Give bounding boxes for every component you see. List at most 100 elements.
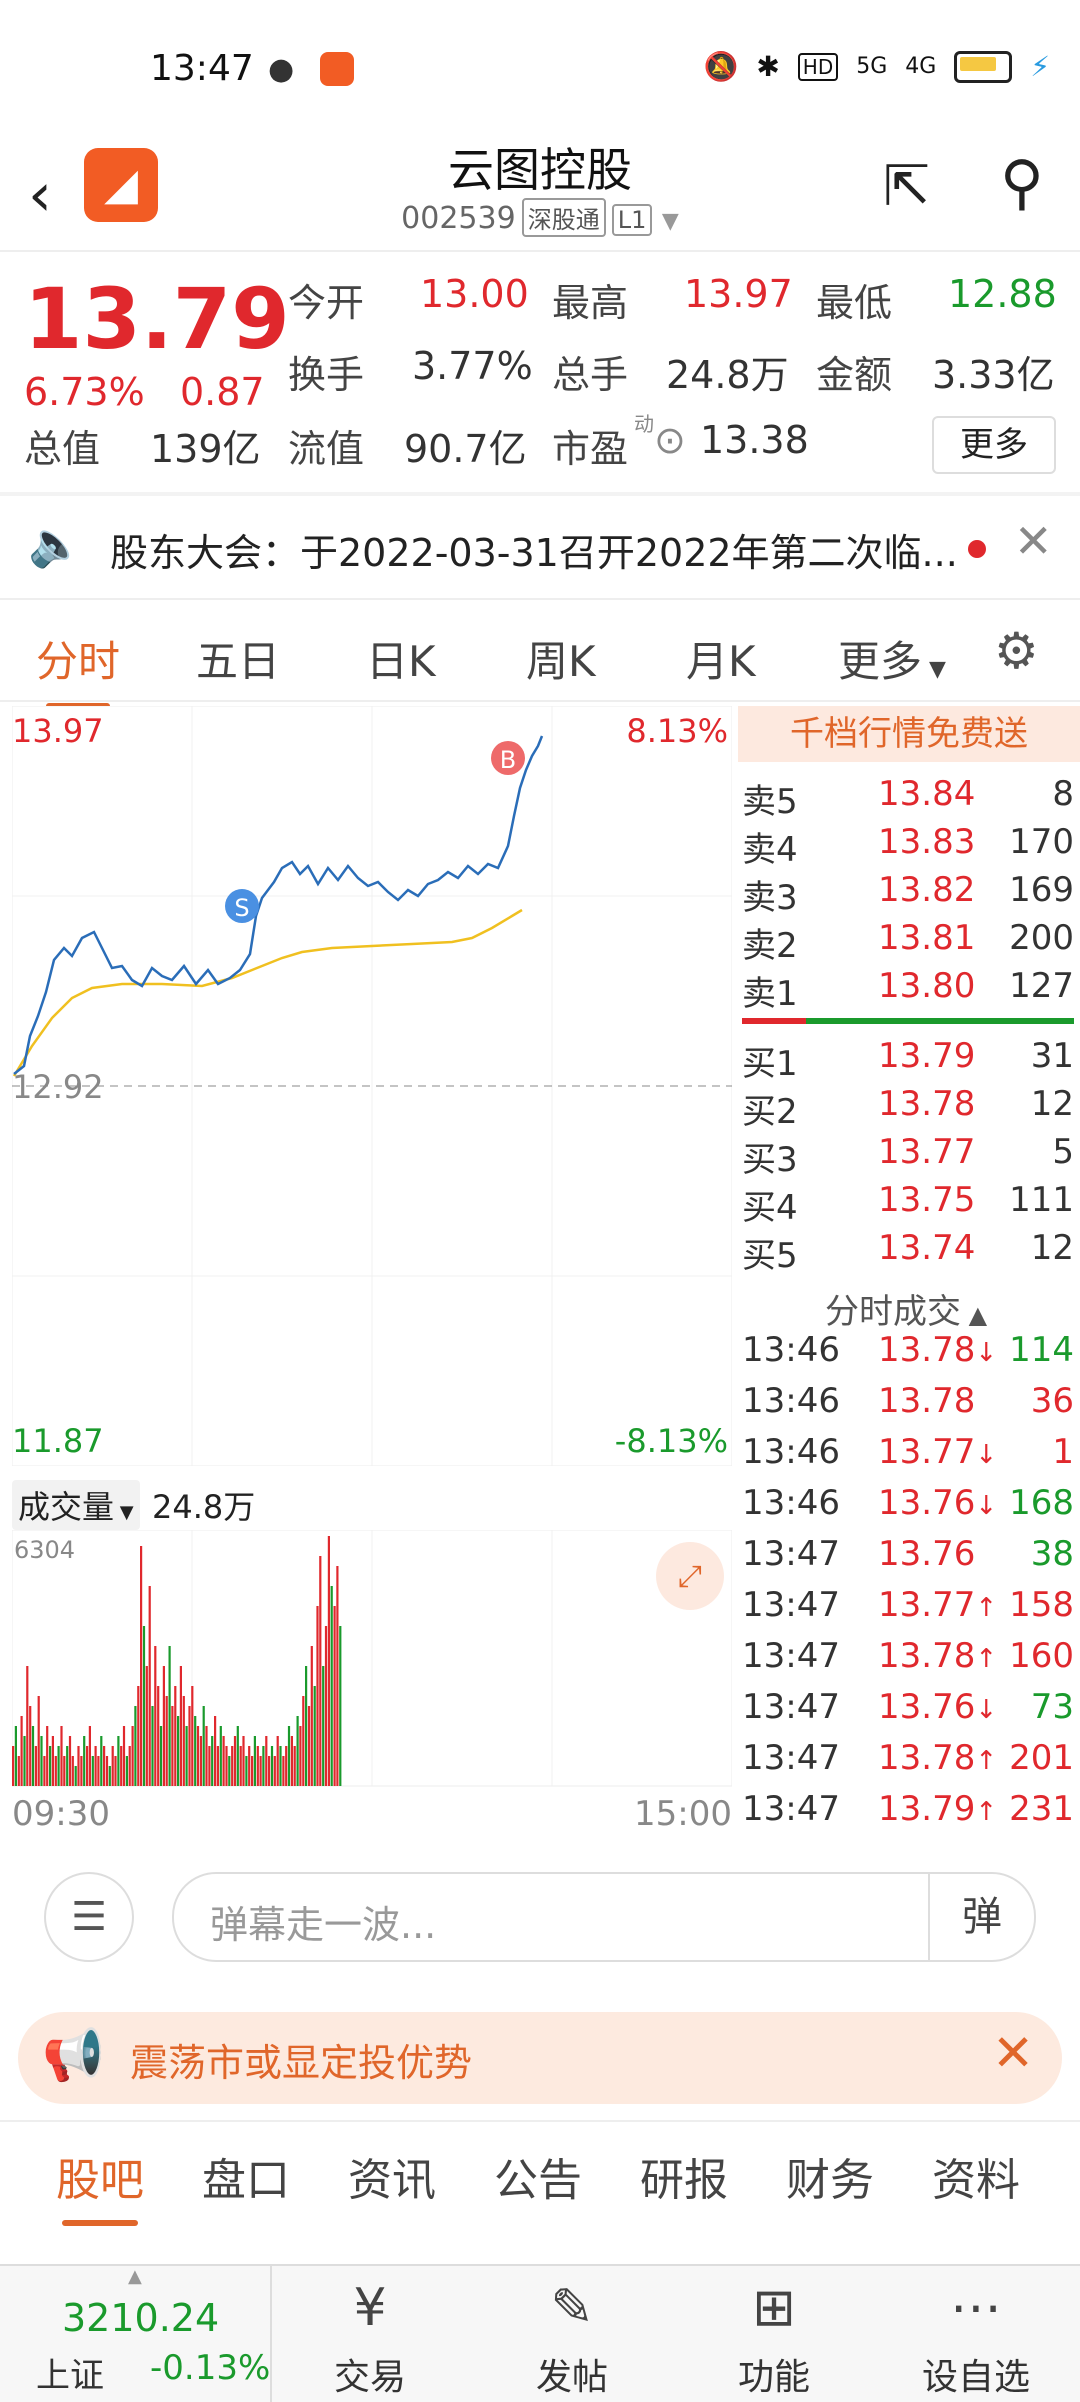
asks-label: 卖5 xyxy=(742,782,798,822)
asks-volume: 170 xyxy=(1009,822,1074,862)
bids-row[interactable]: 买1 13.79 31 xyxy=(738,1036,1074,1084)
ticks-row[interactable]: 13:47 13.77↑ 158 xyxy=(738,1585,1074,1633)
current-price: 13.79 xyxy=(24,270,290,368)
level-tag: L1 xyxy=(611,204,653,236)
ticks-arrow: ↓ xyxy=(975,1695,998,1725)
share-icon[interactable]: ⇱ xyxy=(883,154,930,219)
asks-price: 13.81 xyxy=(878,918,975,958)
ticks-row[interactable]: 13:47 13.79↑ 231 xyxy=(738,1789,1074,1837)
ticks-label: 13:47 xyxy=(742,1534,840,1574)
volume-bar xyxy=(285,1746,288,1786)
order-book: 千档行情免费送 卖5 13.84 8 卖4 13.83 170 卖3 13.82 169 卖2 13… xyxy=(738,706,1080,1836)
nav-trade[interactable]: ¥ 交易 xyxy=(270,2266,470,2402)
ticks-row[interactable]: 13:46 13.78 36 xyxy=(738,1381,1074,1429)
tab-daily-k[interactable]: 日K xyxy=(366,628,436,689)
volume-bar xyxy=(324,1626,328,1786)
volume-bar xyxy=(322,1666,325,1786)
volume-bar xyxy=(228,1756,231,1786)
volume-bar xyxy=(177,1716,180,1786)
hd-icon: HD xyxy=(797,52,839,81)
high-label: 最高 xyxy=(552,281,629,325)
ticks-header[interactable]: 分时成交 ▲ xyxy=(738,1284,1074,1333)
tab-intraday[interactable]: 分时 xyxy=(36,628,120,709)
asks-price-value: 13.81 xyxy=(878,918,976,958)
intraday-chart[interactable]: S B 13.97 8.13% 12.92 11.87 -8.13% xyxy=(12,706,732,1466)
close-icon[interactable]: ✕ xyxy=(992,2024,1034,2082)
promo-banner[interactable]: 千档行情免费送 xyxy=(738,706,1080,762)
bids-row[interactable]: 买5 13.74 12 xyxy=(738,1228,1074,1276)
more-button[interactable]: 更多 xyxy=(932,416,1056,474)
battery-icon xyxy=(954,50,1013,83)
nav-add-watchlist[interactable]: ⋯ 设自选 xyxy=(876,2266,1076,2402)
tab-news[interactable]: 资讯 xyxy=(348,2144,436,2208)
bid-ask-ratio-bar xyxy=(742,1018,1074,1024)
ticks-volume: 73 xyxy=(1030,1687,1074,1727)
chart-tabs: 分时 五日 日K 周K 月K 更多 ▼ ⚙ xyxy=(0,610,1080,709)
volume-bar xyxy=(205,1726,208,1786)
volume-bar xyxy=(307,1706,311,1786)
volume-bar xyxy=(336,1566,339,1786)
ticks-row[interactable]: 13:46 13.76↓ 168 xyxy=(738,1483,1074,1531)
volume-bar xyxy=(37,1696,40,1786)
ticks-price: 13.78↑ xyxy=(878,1738,997,1778)
notice-text[interactable]: 股东大会：于2022-03-31召开2022年第二次临... xyxy=(110,522,958,577)
volume-bar xyxy=(94,1746,97,1786)
ticks-label: 13:46 xyxy=(742,1330,840,1370)
ad-banner[interactable]: 📢 震荡市或显定投优势 ✕ xyxy=(18,2012,1062,2104)
mktcap-value: 139亿 xyxy=(150,427,261,471)
danmu-input[interactable]: 弹幕走一波... 弹 xyxy=(172,1872,1036,1962)
volume-bar xyxy=(302,1696,305,1786)
volume-bar xyxy=(268,1756,271,1786)
close-icon[interactable]: ✕ xyxy=(1014,514,1053,568)
asks-row[interactable]: 卖2 13.81 200 xyxy=(738,918,1074,966)
asks-row[interactable]: 卖5 13.84 8 xyxy=(738,774,1074,822)
volume-bar xyxy=(128,1746,131,1786)
notice-bar[interactable]: 🔈 股东大会：于2022-03-31召开2022年第二次临... ✕ xyxy=(0,496,1080,596)
bids-row[interactable]: 买3 13.77 5 xyxy=(738,1132,1074,1180)
danmu-settings-icon[interactable]: ☰ xyxy=(44,1872,134,1962)
ticks-price-value: 13.76 xyxy=(878,1534,976,1574)
tab-profile[interactable]: 资料 xyxy=(932,2144,1020,2208)
tab-finance[interactable]: 财务 xyxy=(786,2144,874,2208)
tab-monthly-k[interactable]: 月K xyxy=(686,628,756,689)
volume-bar xyxy=(191,1686,194,1786)
nav-functions[interactable]: ⊞ 功能 xyxy=(674,2266,874,2402)
tab-weekly-k[interactable]: 周K xyxy=(526,628,596,689)
index-widget[interactable]: ▲ 3210.24 上证 -0.13% xyxy=(0,2266,272,2402)
charging-icon: ⚡ xyxy=(1030,50,1050,83)
chevron-up-icon: ▲ xyxy=(960,1301,988,1329)
nav-post[interactable]: ✎ 发帖 xyxy=(472,2266,672,2402)
tab-announcements[interactable]: 公告 xyxy=(494,2144,582,2208)
stock-header: ‹ ◢ 云图控股 002539 深股通 L1 ▼ ⇱ ⚲ xyxy=(0,140,1080,250)
search-icon[interactable]: ⚲ xyxy=(1000,148,1044,218)
more-dots-icon: ⋯ xyxy=(950,2278,1002,2338)
ticks-volume: 38 xyxy=(1030,1534,1074,1574)
volume-selector[interactable]: 成交量 ▼ xyxy=(12,1480,140,1530)
tab-research[interactable]: 研报 xyxy=(640,2144,728,2208)
ticks-row[interactable]: 13:47 13.76 38 xyxy=(738,1534,1074,1582)
info-icon[interactable]: ⊙ xyxy=(654,418,686,462)
chevron-down-icon: ▼ xyxy=(114,1502,134,1523)
bids-row[interactable]: 买4 13.75 111 xyxy=(738,1180,1074,1228)
tab-guba[interactable]: 股吧 xyxy=(56,2144,144,2226)
ticks-row[interactable]: 13:47 13.78↑ 160 xyxy=(738,1636,1074,1684)
volume-bar xyxy=(182,1696,185,1786)
volume-bar xyxy=(168,1646,171,1786)
marker-b-label: B xyxy=(500,746,516,774)
volume-bar xyxy=(54,1756,57,1786)
asks-row[interactable]: 卖4 13.83 170 xyxy=(738,822,1074,870)
ticks-row[interactable]: 13:47 13.76↓ 73 xyxy=(738,1687,1074,1735)
tab-pankou[interactable]: 盘口 xyxy=(202,2144,290,2208)
index-value: 3210.24 xyxy=(62,2296,220,2340)
bids-price-value: 13.77 xyxy=(878,1132,976,1172)
asks-row[interactable]: 卖3 13.82 169 xyxy=(738,870,1074,918)
danmu-send-button[interactable]: 弹 xyxy=(928,1874,1034,1960)
ticks-row[interactable]: 13:47 13.78↑ 201 xyxy=(738,1738,1074,1786)
tab-more[interactable]: 更多 ▼ xyxy=(838,628,946,689)
bids-row[interactable]: 买2 13.78 12 xyxy=(738,1084,1074,1132)
asks-row[interactable]: 卖1 13.80 127 xyxy=(738,966,1074,1014)
ticks-row[interactable]: 13:46 13.78↓ 114 xyxy=(738,1330,1074,1378)
ticks-row[interactable]: 13:46 13.77↓ 1 xyxy=(738,1432,1074,1480)
tab-five-day[interactable]: 五日 xyxy=(196,628,280,689)
gear-icon[interactable]: ⚙ xyxy=(994,622,1039,680)
